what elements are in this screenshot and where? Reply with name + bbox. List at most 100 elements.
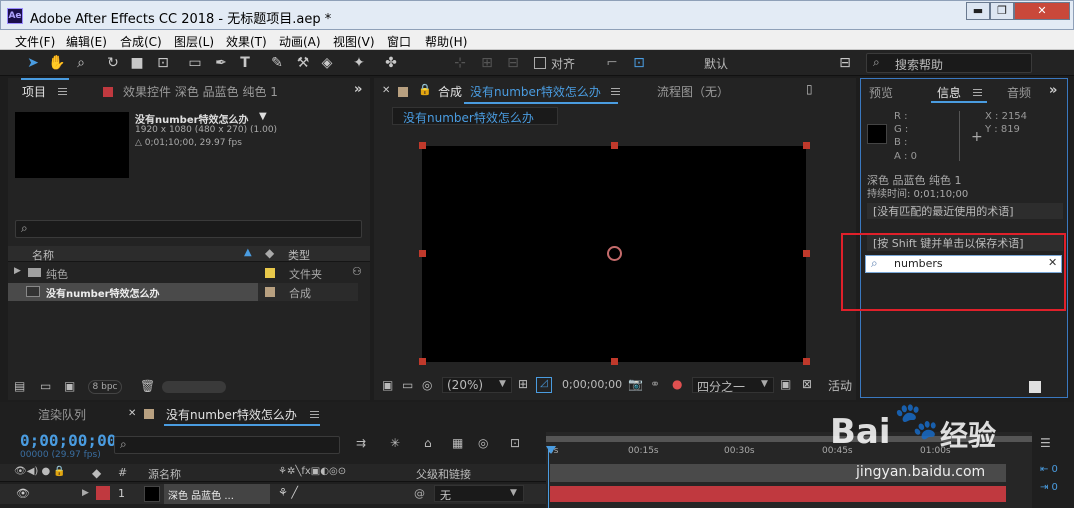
frame-blending-icon[interactable]: ▦ — [452, 436, 463, 450]
panel-menu-icon[interactable] — [58, 88, 67, 95]
close-tab-icon[interactable]: ✕ — [128, 408, 136, 419]
col-name[interactable]: 名称 — [32, 247, 54, 263]
roto-brush-tool-icon[interactable]: ✦ — [350, 54, 368, 72]
list-item[interactable]: 没有number特效怎么办 合成 — [8, 283, 370, 301]
world-axis-icon[interactable]: ⊞ — [478, 54, 496, 72]
motion-blur-icon[interactable]: ◎ — [478, 436, 488, 450]
transform-handle[interactable] — [419, 358, 426, 365]
tab-effect-controls[interactable]: 效果控件 深色 品蓝色 纯色 1 — [123, 83, 278, 100]
item-dropdown-icon[interactable]: ▼ — [259, 111, 267, 122]
snap-edges-icon[interactable]: ⌐ — [603, 54, 621, 72]
label-color[interactable] — [265, 268, 275, 278]
menu-edit[interactable]: 编辑(E) — [66, 33, 107, 50]
hand-tool-icon[interactable]: ✋ — [48, 54, 66, 72]
pen-tool-icon[interactable]: ✒ — [212, 54, 230, 72]
menu-composition[interactable]: 合成(C) — [120, 33, 162, 50]
help-search-input[interactable]: ⌕ 搜索帮助 — [866, 53, 1032, 73]
menu-window[interactable]: 窗口 — [387, 33, 411, 50]
tab-render-queue[interactable]: 渲染队列 — [38, 406, 86, 423]
new-composition-icon[interactable]: ▣ — [64, 379, 75, 393]
resize-grip-icon[interactable] — [1029, 381, 1041, 393]
view-axis-icon[interactable]: ⊟ — [504, 54, 522, 72]
menu-animation[interactable]: 动画(A) — [279, 33, 321, 50]
menu-view[interactable]: 视图(V) — [333, 33, 375, 50]
puppet-tool-icon[interactable]: ✤ — [382, 54, 400, 72]
menu-help[interactable]: 帮助(H) — [425, 33, 467, 50]
graph-editor-icon[interactable]: ⊡ — [510, 436, 520, 450]
col-hash[interactable]: # — [118, 466, 127, 479]
expand-arrow-icon[interactable]: ▶ — [14, 266, 21, 276]
sort-ascending-icon[interactable]: ▲ — [244, 247, 252, 258]
mask-visibility-icon[interactable]: ◿ — [536, 377, 552, 393]
shy-layers-icon[interactable]: ⌂ — [424, 436, 432, 450]
tab-timeline-comp[interactable]: 没有number特效怎么办 — [166, 406, 297, 423]
bit-depth-button[interactable]: 8 bpc — [88, 380, 122, 394]
delete-icon[interactable]: 🗑 — [140, 379, 155, 393]
label-tag-icon[interactable]: ◆ — [92, 466, 101, 480]
col-type[interactable]: 类型 — [288, 247, 310, 263]
camera-tool-icon[interactable]: ■ — [128, 54, 146, 72]
keyframe-nav-icon[interactable]: ⇥ 0 — [1040, 482, 1058, 493]
rotate-tool-icon[interactable]: ↻ — [104, 54, 122, 72]
tab-audio[interactable]: 音频 — [1007, 84, 1031, 101]
rectangle-tool-icon[interactable]: ▭ — [186, 54, 204, 72]
project-search-input[interactable]: ⌕ — [15, 220, 362, 238]
tab-info[interactable]: 信息 — [937, 84, 961, 101]
clone-tool-icon[interactable]: ⚒ — [294, 54, 312, 72]
visibility-eye-icon[interactable]: 👁 — [16, 487, 30, 500]
close-tab-icon[interactable]: ✕ — [382, 85, 390, 96]
layer-label-color[interactable] — [96, 486, 110, 500]
safe-margins-icon[interactable]: ⊞ — [518, 377, 528, 391]
tab-preview[interactable]: 预览 — [869, 84, 893, 101]
close-button[interactable]: ✕ — [1014, 2, 1070, 20]
minimize-button[interactable]: ▬ — [966, 2, 990, 20]
keyframe-nav-icon[interactable]: ⇤ 0 — [1040, 464, 1058, 475]
panel-overflow-icon[interactable]: » — [354, 82, 362, 97]
snapshot-icon[interactable]: 📷 — [628, 377, 643, 391]
panel-menu-icon[interactable] — [611, 88, 620, 95]
label-color[interactable] — [265, 287, 275, 297]
timeline-menu-icon[interactable]: ☰ — [1040, 436, 1051, 450]
flowchart-icon[interactable]: ⚇ — [352, 265, 362, 278]
col-parent[interactable]: 父级和链接 — [416, 466, 471, 482]
lock-icon[interactable]: 🔒 — [418, 83, 432, 96]
snapping-checkbox[interactable] — [534, 57, 546, 69]
type-tool-icon[interactable]: T — [236, 54, 254, 72]
menu-file[interactable]: 文件(F) — [15, 33, 55, 50]
flowchart-tab-icon[interactable]: ▯ — [806, 82, 813, 96]
panel-overflow-icon[interactable]: » — [1049, 83, 1057, 98]
tab-composition-prefix[interactable]: 合成 — [438, 83, 462, 100]
transform-handle[interactable] — [419, 250, 426, 257]
new-folder-icon[interactable]: ▭ — [40, 379, 51, 393]
channel-icon[interactable]: ● — [672, 377, 682, 391]
breadcrumb[interactable]: 没有number特效怎么办 — [392, 107, 558, 125]
timeline-current-time[interactable]: 0;00;00;00 — [20, 431, 116, 450]
eraser-tool-icon[interactable]: ◈ — [318, 54, 336, 72]
tab-flowchart[interactable]: 流程图（无） — [657, 83, 729, 100]
pan-behind-tool-icon[interactable]: ⊡ — [154, 54, 172, 72]
zoom-dropdown[interactable]: (20%) ▼ — [442, 377, 512, 393]
maximize-button[interactable]: ❐ — [990, 2, 1014, 20]
zoom-tool-icon[interactable]: ⌕ — [72, 54, 90, 72]
playhead-handle-icon[interactable] — [546, 446, 556, 454]
transform-handle[interactable] — [611, 358, 618, 365]
active-camera-dropdown[interactable]: 活动 — [828, 377, 852, 394]
layer-switches-icon[interactable]: ⚘ ╱ — [278, 486, 298, 499]
interpret-footage-icon[interactable]: ▤ — [14, 379, 25, 393]
tab-project[interactable]: 项目 — [22, 83, 46, 100]
pickwhip-icon[interactable]: @ — [414, 487, 425, 500]
table-row[interactable]: 👁 ▶ 1 深色 品蓝色 ... ⚘ ╱ @ 无 ▼ — [0, 484, 546, 504]
list-item[interactable]: ▶ 纯色 文件夹 ⚇ — [8, 264, 370, 282]
tab-composition-name[interactable]: 没有number特效怎么办 — [470, 83, 601, 100]
comp-mini-flowchart-icon[interactable]: ⇉ — [356, 436, 366, 450]
expand-arrow-icon[interactable]: ▶ — [82, 488, 89, 498]
resolution-dropdown[interactable]: 四分之一 ▼ — [692, 377, 774, 394]
local-axis-icon[interactable]: ⊹ — [451, 54, 469, 72]
layer-duration-bar[interactable] — [550, 486, 1006, 502]
panel-menu-icon[interactable] — [973, 89, 982, 96]
menu-layer[interactable]: 图层(L) — [174, 33, 214, 50]
timeline-search-input[interactable]: ⌕ — [114, 436, 340, 454]
panel-menu-icon[interactable] — [310, 411, 319, 418]
transparency-grid-icon[interactable]: ⊠ — [802, 377, 812, 391]
draft-3d-icon[interactable]: ✳ — [390, 436, 400, 450]
